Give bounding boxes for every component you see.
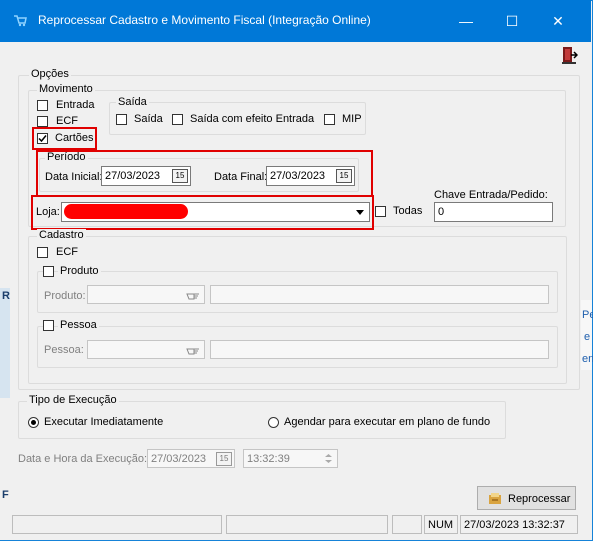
hora-execucao-value: 13:32:39 <box>247 453 290 465</box>
movimento-group-label: Movimento <box>37 83 95 96</box>
produto-description-input[interactable] <box>210 285 549 304</box>
close-button[interactable]: ✕ <box>535 0 581 42</box>
status-cell-2 <box>226 515 388 534</box>
chave-label: Chave Entrada/Pedido: <box>434 189 548 201</box>
todas-label: Todas <box>393 205 423 217</box>
saida-checkbox[interactable] <box>116 114 127 125</box>
data-execucao-value: 27/03/2023 <box>151 453 207 465</box>
pessoa-description-input[interactable] <box>210 340 549 359</box>
opcoes-group-label: Opções <box>29 68 71 81</box>
status-cell-3 <box>392 515 422 534</box>
background-right-pe: Pe <box>582 309 593 321</box>
app-icon <box>13 13 27 27</box>
reprocessar-label: Reprocessar <box>508 493 571 505</box>
executar-imediatamente-label: Executar Imediatamente <box>44 416 164 428</box>
cadastro-group-label: Cadastro <box>37 229 86 242</box>
background-left-panel <box>0 288 10 398</box>
background-right-e: e <box>584 331 591 343</box>
entrada-checkbox[interactable] <box>37 100 48 111</box>
spin-buttons-icon[interactable] <box>321 451 336 466</box>
pessoa-code-input[interactable] <box>87 340 205 359</box>
ecf-cadastro-checkbox[interactable] <box>37 247 48 258</box>
status-cell-1 <box>12 515 222 534</box>
agendar-radio[interactable] <box>268 417 279 428</box>
saida-group-label: Saída <box>116 96 149 109</box>
produto-group-label: Produto <box>58 265 101 278</box>
mip-label: MIP <box>342 113 362 125</box>
status-datetime-cell: 27/03/2023 13:32:37 <box>460 515 578 534</box>
exit-door-icon[interactable] <box>562 46 579 64</box>
num-indicator: NUM <box>428 519 454 531</box>
entrada-label: Entrada <box>56 99 95 111</box>
background-left-f: F <box>2 489 9 501</box>
chave-value: 0 <box>438 206 445 218</box>
minimize-button[interactable]: — <box>443 0 489 42</box>
execucao-group-label: Tipo de Execução <box>27 394 119 407</box>
periodo-highlight-box <box>36 150 373 197</box>
loja-highlight-box <box>31 195 374 230</box>
calendar-icon[interactable]: 15 <box>216 452 232 466</box>
cartoes-highlight-box <box>32 127 97 150</box>
maximize-button[interactable]: ☐ <box>489 0 535 42</box>
saida-efeito-entrada-checkbox[interactable] <box>172 114 183 125</box>
produto-checkbox[interactable] <box>43 266 54 277</box>
mip-checkbox[interactable] <box>324 114 335 125</box>
background-right-en: en <box>582 353 593 365</box>
pessoa-checkbox[interactable] <box>43 320 54 331</box>
ecf-cadastro-label: ECF <box>56 246 78 258</box>
status-datetime: 27/03/2023 13:32:37 <box>464 519 565 531</box>
window-title: Reprocessar Cadastro e Movimento Fiscal … <box>38 13 371 27</box>
data-hora-execucao-label: Data e Hora da Execução: <box>18 453 148 465</box>
ecf-movimento-checkbox[interactable] <box>37 116 48 127</box>
pessoa-group-label: Pessoa <box>58 319 99 332</box>
search-hand-icon[interactable] <box>185 288 201 302</box>
produto-code-input[interactable] <box>87 285 205 304</box>
agendar-label: Agendar para executar em plano de fundo <box>284 416 491 428</box>
title-bar[interactable]: Reprocessar Cadastro e Movimento Fiscal … <box>0 0 591 42</box>
data-execucao-field[interactable]: 27/03/2023 15 <box>147 449 235 468</box>
produto-field-label: Produto: <box>44 290 86 302</box>
reprocess-icon <box>487 491 503 507</box>
chave-input[interactable]: 0 <box>434 202 553 222</box>
pessoa-field-label: Pessoa: <box>44 344 84 356</box>
todas-checkbox[interactable] <box>375 206 386 217</box>
search-hand-icon[interactable] <box>185 343 201 357</box>
saida-efeito-entrada-label: Saída com efeito Entrada <box>190 113 315 125</box>
executar-imediatamente-radio[interactable] <box>28 417 39 428</box>
reprocessar-button[interactable]: Reprocessar <box>477 486 576 510</box>
status-num-cell: NUM <box>424 515 458 534</box>
hora-execucao-field[interactable]: 13:32:39 <box>243 449 338 468</box>
saida-label: Saída <box>134 113 163 125</box>
background-left-r: R <box>2 290 10 302</box>
